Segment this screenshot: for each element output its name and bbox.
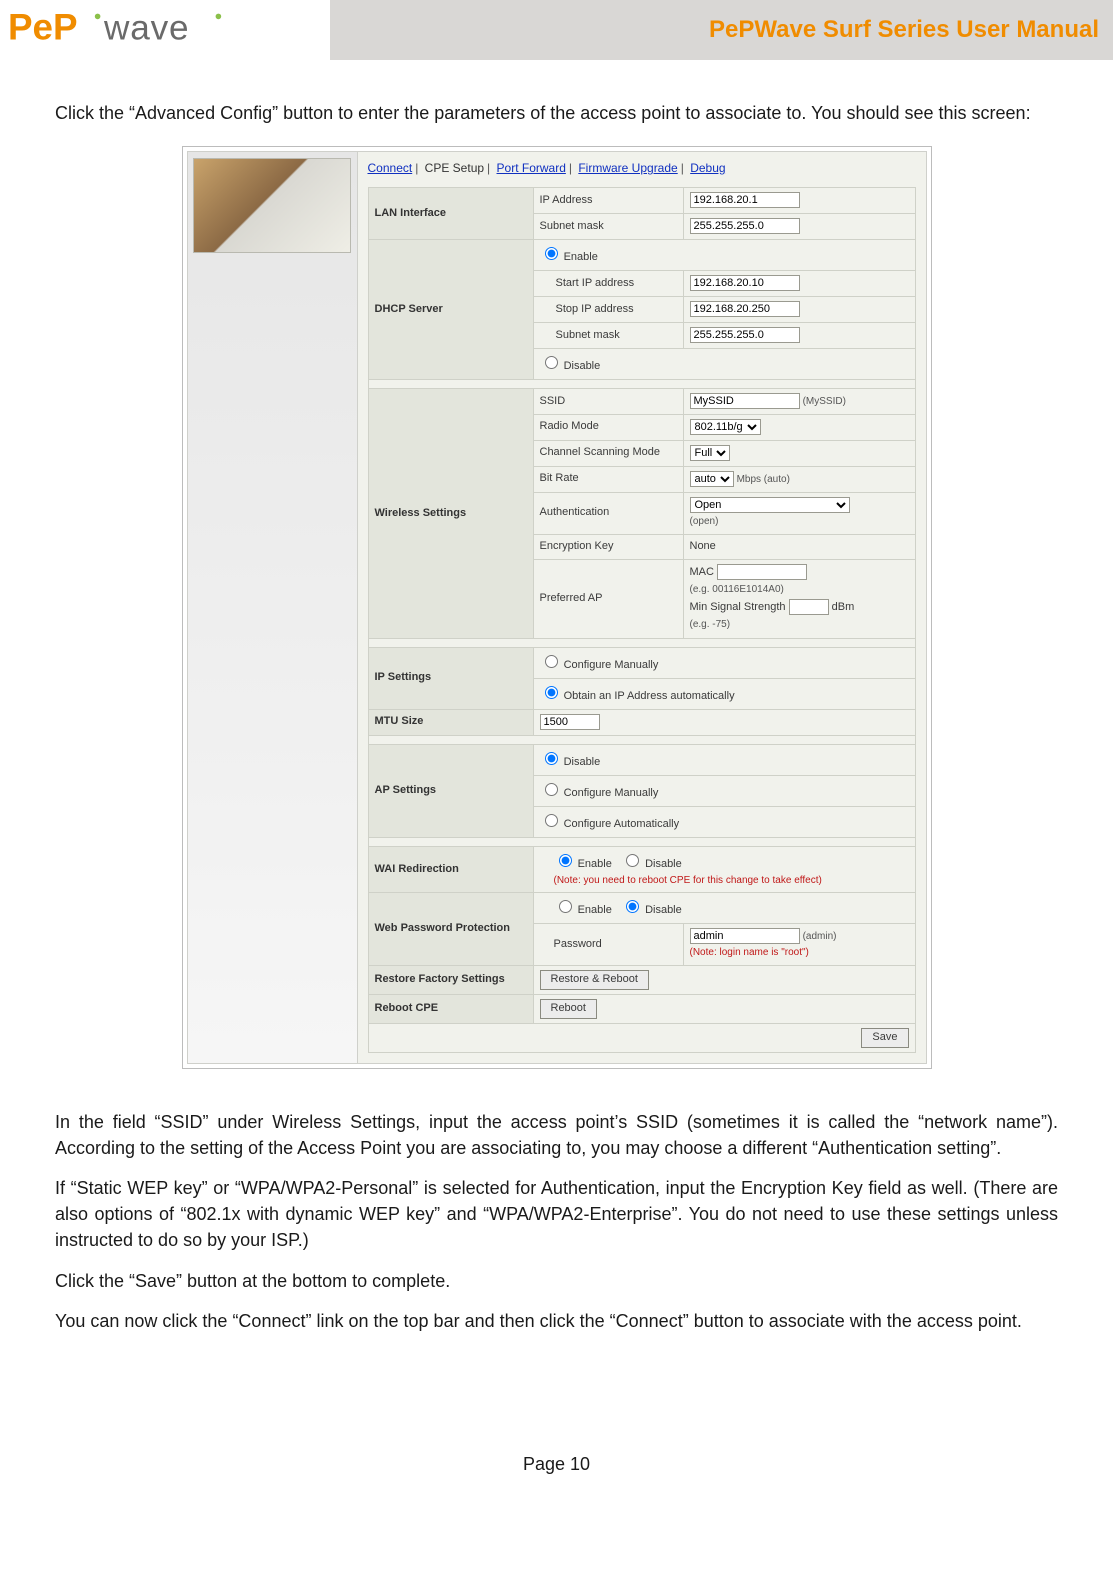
scan-mode-label: Channel Scanning Mode [533, 440, 683, 466]
dhcp-stop-label: Stop IP address [533, 297, 683, 323]
bitrate-select[interactable]: auto [690, 471, 734, 487]
wai-note: (Note: you need to reboot CPE for this c… [554, 875, 822, 886]
brand-logo: PeP wave [0, 0, 330, 60]
webpw-disable-label: Disable [645, 904, 682, 916]
nav-connect[interactable]: Connect [368, 161, 413, 175]
paragraph-save: Click the “Save” button at the bottom to… [55, 1268, 1058, 1294]
paragraph-ssid: In the field “SSID” under Wireless Setti… [55, 1109, 1058, 1161]
ssid-hint: (MySSID) [803, 396, 846, 407]
ap-manual-label: Configure Manually [564, 787, 659, 799]
dhcp-start-input[interactable] [690, 275, 800, 291]
webpw-pw-input[interactable] [690, 928, 800, 944]
prefap-min-label: Min Signal Strength [690, 601, 786, 613]
prefap-mac-input[interactable] [717, 564, 807, 580]
radio-mode-label: Radio Mode [533, 414, 683, 440]
screenshot-frame: Connect| CPE Setup| Port Forward| Firmwa… [182, 146, 932, 1069]
dhcp-enable-label: Enable [564, 251, 598, 263]
webpw-disable-radio[interactable] [626, 900, 639, 913]
sidebar-photo [193, 158, 351, 253]
screenshot-sidebar [188, 152, 358, 1063]
dhcp-mask-input[interactable] [690, 327, 800, 343]
ip-manual-label: Configure Manually [564, 659, 659, 671]
ap-manual-radio[interactable] [545, 783, 558, 796]
svg-text:PeP: PeP [8, 7, 78, 48]
webpw-pw-hint: (admin) [803, 931, 837, 942]
section-mtu: MTU Size [368, 709, 533, 735]
save-button[interactable]: Save [861, 1028, 908, 1048]
enckey-label: Encryption Key [533, 534, 683, 559]
wai-disable-label: Disable [645, 858, 682, 870]
paragraph-auth: If “Static WEP key” or “WPA/WPA2-Persona… [55, 1175, 1058, 1253]
section-dhcp: DHCP Server [368, 240, 533, 380]
paragraph-connect: You can now click the “Connect” link on … [55, 1308, 1058, 1334]
svg-text:wave: wave [103, 9, 189, 48]
lan-mask-input[interactable] [690, 218, 800, 234]
screenshot-topnav: Connect| CPE Setup| Port Forward| Firmwa… [368, 160, 916, 177]
bitrate-hint: Mbps (auto) [737, 474, 790, 485]
intro-paragraph: Click the “Advanced Config” button to en… [55, 100, 1058, 126]
wai-enable-label: Enable [578, 858, 612, 870]
nav-debug[interactable]: Debug [690, 161, 725, 175]
radio-mode-select[interactable]: 802.11b/g [690, 419, 761, 435]
ip-manual-radio[interactable] [545, 655, 558, 668]
lan-ip-input[interactable] [690, 192, 800, 208]
dhcp-mask-label: Subnet mask [533, 323, 683, 349]
dhcp-start-label: Start IP address [533, 271, 683, 297]
page-footer: Page 10 [0, 1454, 1113, 1505]
ip-auto-radio[interactable] [545, 686, 558, 699]
nav-cpe-setup[interactable]: CPE Setup [425, 161, 484, 175]
ap-disable-radio[interactable] [545, 752, 558, 765]
auth-label: Authentication [533, 492, 683, 534]
enckey-value: None [683, 534, 915, 559]
ap-auto-radio[interactable] [545, 814, 558, 827]
wai-enable-radio[interactable] [559, 854, 572, 867]
prefap-mac-label: MAC [690, 566, 714, 578]
nav-port-forward[interactable]: Port Forward [497, 161, 566, 175]
reboot-button[interactable]: Reboot [540, 999, 597, 1019]
restore-button[interactable]: Restore & Reboot [540, 970, 649, 990]
webpw-note: (Note: login name is "root") [690, 947, 809, 958]
ssid-input[interactable] [690, 393, 800, 409]
scan-mode-select[interactable]: Full [690, 445, 730, 461]
section-ip: IP Settings [368, 647, 533, 709]
dhcp-disable-radio[interactable] [545, 356, 558, 369]
doc-title: PePWave Surf Series User Manual [330, 0, 1113, 60]
ap-disable-label: Disable [564, 756, 601, 768]
dhcp-enable-radio[interactable] [545, 247, 558, 260]
prefap-db-hint: (e.g. -75) [690, 619, 731, 630]
mtu-input[interactable] [540, 714, 600, 730]
dhcp-stop-input[interactable] [690, 301, 800, 317]
section-wai: WAI Redirection [368, 846, 533, 893]
section-reboot: Reboot CPE [368, 995, 533, 1024]
section-ap: AP Settings [368, 744, 533, 837]
prefap-dbm: dBm [832, 601, 855, 613]
lan-mask-label: Subnet mask [533, 214, 683, 240]
prefap-mac-hint: (e.g. 00116E1014A0) [690, 584, 784, 595]
ap-auto-label: Configure Automatically [564, 818, 680, 830]
ssid-label: SSID [533, 389, 683, 415]
section-lan: LAN Interface [368, 188, 533, 240]
webpw-enable-radio[interactable] [559, 900, 572, 913]
prefap-label: Preferred AP [533, 559, 683, 638]
dhcp-disable-label: Disable [564, 360, 601, 372]
ip-auto-label: Obtain an IP Address automatically [564, 690, 735, 702]
section-restore: Restore Factory Settings [368, 966, 533, 995]
webpw-enable-label: Enable [578, 904, 612, 916]
section-wireless: Wireless Settings [368, 389, 533, 639]
bitrate-label: Bit Rate [533, 466, 683, 492]
config-table: LAN Interface IP Address Subnet mask DHC… [368, 187, 916, 1053]
webpw-pw-label: Password [533, 924, 683, 966]
auth-hint: (open) [690, 516, 719, 527]
auth-select[interactable]: Open [690, 497, 850, 513]
pepwave-logo-icon: PeP wave [8, 6, 264, 54]
lan-ip-label: IP Address [533, 188, 683, 214]
section-webpw: Web Password Protection [368, 893, 533, 966]
wai-disable-radio[interactable] [626, 854, 639, 867]
doc-header: PeP wave PePWave Surf Series User Manual [0, 0, 1113, 60]
nav-firmware-upgrade[interactable]: Firmware Upgrade [578, 161, 677, 175]
prefap-min-input[interactable] [789, 599, 829, 615]
